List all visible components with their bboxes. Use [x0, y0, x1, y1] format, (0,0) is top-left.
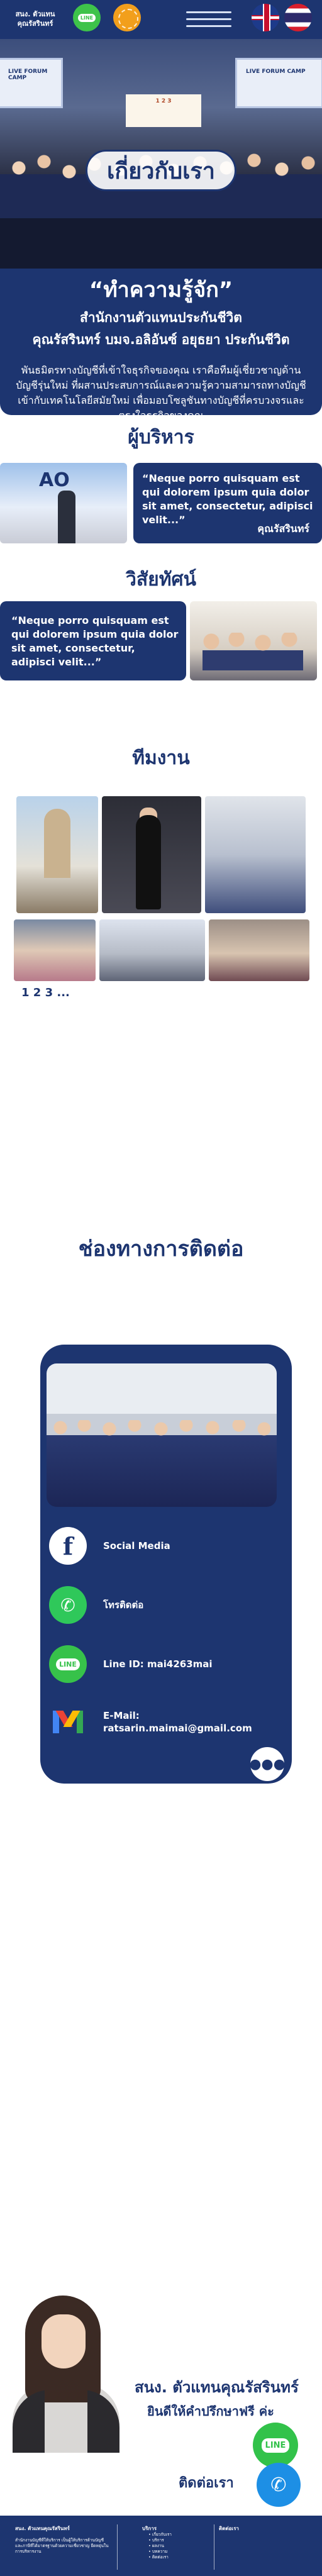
thai-flag-icon[interactable] — [284, 4, 312, 31]
footer-services-title: บริการ — [142, 2526, 157, 2531]
team-photo[interactable] — [16, 796, 98, 913]
contact-card: f Social Media ✆ โทรติดต่อ LINE Line ID:… — [40, 1345, 292, 1784]
line-icon[interactable]: LINE — [253, 2423, 298, 2468]
line-icon: LINE — [49, 1645, 87, 1683]
footer-link[interactable]: ผลงาน — [148, 2543, 205, 2549]
contact-facebook-label: Social Media — [103, 1540, 170, 1552]
team-photo[interactable] — [99, 919, 205, 981]
facebook-icon: f — [49, 1527, 87, 1565]
line-icon[interactable]: LINE — [73, 4, 101, 31]
team-photo[interactable] — [209, 919, 309, 981]
footer-link[interactable]: บริการ — [148, 2538, 205, 2543]
contact-facebook[interactable]: f Social Media — [49, 1527, 170, 1565]
contact-line-label: Line ID: mai4263mai — [103, 1658, 213, 1670]
line-badge: LINE — [56, 1658, 80, 1670]
event-banner-right: LIVE FORUM CAMP — [235, 58, 322, 108]
vision-quote-card: “Neque porro quisquam est qui dolorem ip… — [0, 601, 186, 680]
footer-contact-title[interactable]: ติดต่อเรา — [219, 2526, 239, 2531]
uk-flag-icon[interactable] — [252, 4, 279, 31]
vision-photo — [190, 601, 317, 680]
coin-icon[interactable] — [113, 4, 141, 31]
contact-email[interactable]: E-Mail: ratsarin.maimai@gmail.com — [49, 1703, 252, 1741]
footer-about: สนง. ตัวแทนคุณรัสรินทร์ สำนักงานบัญชีที่… — [15, 2526, 109, 2555]
contact-phone[interactable]: ✆ โทรติดต่อ — [49, 1586, 143, 1624]
contact-phone-label: โทรติดต่อ — [103, 1599, 144, 1611]
vision-title: วิสัยทัศน์ — [125, 569, 197, 591]
chat-icon[interactable]: ●●● — [249, 1747, 286, 1781]
contact-line[interactable]: LINE Line ID: mai4263mai — [49, 1645, 213, 1683]
line-badge: LINE — [261, 2438, 290, 2453]
contact-email-label: E-Mail: ratsarin.maimai@gmail.com — [103, 1710, 252, 1734]
gallery-pagination[interactable]: 1 2 3 ... — [21, 986, 70, 999]
team-title: ทีมงาน — [132, 747, 190, 769]
phone-icon: ✆ — [49, 1586, 87, 1624]
footer-contact: ติดต่อเรา — [219, 2526, 282, 2532]
intro-description: พันธมิตรทางบัญชีที่เข้าใจธุรกิจของคุณ เร… — [16, 364, 306, 421]
management-author: คุณรัสรินทร์ — [257, 523, 309, 535]
management-quote: “Neque porro quisquam est qui dolorem ip… — [142, 472, 313, 526]
event-banner-left: LIVE FORUM CAMP — [0, 58, 63, 108]
team-photo[interactable] — [102, 796, 201, 913]
promo-title: สนง. ตัวแทนคุณรัสรินทร์ — [135, 2379, 299, 2396]
management-quote-card: “Neque porro quisquam est qui dolorem ip… — [133, 463, 322, 543]
footer-link[interactable]: ติดต่อเรา — [148, 2555, 205, 2560]
about-hero-image: LIVE FORUM CAMP 1 2 3 LIVE FORUM CAMP เก… — [0, 39, 322, 269]
promo-contact-label[interactable]: ติดต่อเรา — [179, 2472, 234, 2494]
event-banner-mid: 1 2 3 — [126, 94, 201, 127]
contact-title: ช่องทางการติดต่อ — [78, 1236, 244, 1262]
hamburger-menu-button[interactable] — [186, 9, 238, 30]
intro-section: “ทำความรู้จัก” สำนักงานตัวแทนประกันชีวิต… — [0, 269, 322, 421]
intro-subtitle: สำนักงานตัวแทนประกันชีวิต — [80, 310, 242, 325]
about-title: เกี่ยวกับเรา — [86, 150, 236, 191]
footer-brand: สนง. ตัวแทนคุณรัสรินทร์ — [15, 2526, 70, 2531]
management-title: ผู้บริหาร — [128, 426, 194, 448]
brand-name[interactable]: สนง. ตัวแทน คุณรัสรินทร์ — [6, 9, 64, 28]
top-navbar: สนง. ตัวแทน คุณรัสรินทร์ LINE — [0, 0, 322, 39]
footer-link[interactable]: บทความ — [148, 2549, 205, 2555]
contact-group-photo — [47, 1363, 277, 1507]
team-photo[interactable] — [205, 796, 306, 913]
footer-divider — [117, 2524, 118, 2570]
site-footer: สนง. ตัวแทนคุณรัสรินทร์ สำนักงานบัญชีที่… — [0, 2516, 322, 2576]
management-photo — [0, 463, 127, 543]
team-photo[interactable] — [14, 919, 96, 981]
promo-subtitle: ยินดีให้คำปรึกษาฟรี ค่ะ — [147, 2404, 274, 2419]
agent-portrait — [0, 2289, 126, 2453]
footer-description: สำนักงานบัญชีที่ให้บริการ เป็นผู้ให้บริก… — [15, 2538, 109, 2554]
footer-link[interactable]: เกี่ยวกับเรา — [148, 2532, 205, 2538]
intro-agent-name: คุณรัสรินทร์ บมจ.อลิอันซ์ อยุธยา ประกันช… — [32, 332, 290, 347]
phone-icon[interactable]: ✆ — [257, 2463, 301, 2507]
footer-services: บริการ เกี่ยวกับเรา บริการ ผลงาน บทความ … — [142, 2526, 205, 2560]
intro-title: “ทำความรู้จัก” — [89, 277, 233, 303]
gmail-icon — [49, 1703, 87, 1741]
line-badge: LINE — [77, 13, 96, 22]
vision-quote: “Neque porro quisquam est qui dolorem ip… — [11, 614, 179, 668]
